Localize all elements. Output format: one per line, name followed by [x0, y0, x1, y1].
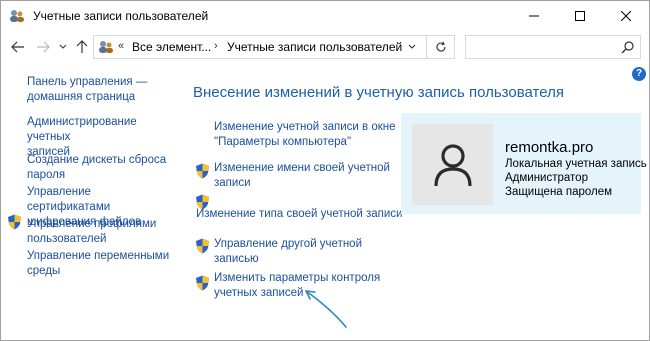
- refresh-icon: [436, 41, 446, 52]
- task-change-account-type[interactable]: Изменение типа своей учетной записи: [196, 207, 402, 222]
- task-label: записи: [214, 177, 251, 189]
- sidebar-item-user-profiles[interactable]: Управление профилями пользователей: [27, 217, 177, 247]
- uac-shield-icon: [7, 214, 22, 230]
- sidebar-item-control-panel-home[interactable]: Панель управления — домашняя страница: [27, 75, 177, 105]
- breadcrumb-overflow[interactable]: «: [118, 40, 124, 52]
- uac-shield-icon: [195, 163, 210, 179]
- recent-locations-button[interactable]: [54, 37, 72, 57]
- task-label: Изменение учетной записи в окне: [214, 121, 396, 133]
- breadcrumb-separator[interactable]: ›: [214, 40, 218, 52]
- task-change-uac-settings[interactable]: Изменить параметры контроля учетных запи…: [214, 271, 380, 301]
- sidebar-item-label: пользователей: [27, 233, 107, 245]
- task-label: записью: [214, 253, 259, 265]
- sidebar-item-password-reset-disk[interactable]: Создание дискеты сброса пароля: [27, 153, 177, 183]
- breadcrumb-all-items[interactable]: Все элемент...: [132, 40, 211, 54]
- uac-shield-icon: [195, 238, 210, 254]
- close-button[interactable]: [603, 1, 649, 31]
- user-name: remontka.pro: [505, 139, 594, 156]
- up-button[interactable]: [73, 37, 91, 57]
- avatar: [412, 124, 493, 205]
- task-label: Изменение имени своей учетной: [214, 162, 390, 174]
- refresh-button[interactable]: [426, 36, 454, 58]
- sidebar-item-label: Управление переменными: [27, 250, 170, 262]
- task-change-account-name[interactable]: Изменение имени своей учетной записи: [214, 161, 390, 191]
- sidebar-item-label: Администрирование учетных: [27, 116, 137, 143]
- task-manage-another-account[interactable]: Управление другой учетной записью: [214, 237, 362, 267]
- sidebar-item-label: Управление профилями: [27, 218, 157, 230]
- user-silhouette-icon: [433, 143, 472, 186]
- page-title: Внесение изменений в учетную запись поль…: [193, 84, 564, 101]
- account-role: Администратор: [505, 172, 588, 184]
- user-account-card: remontka.pro Локальная учетная запись Ад…: [401, 113, 647, 214]
- breadcrumb-user-accounts[interactable]: Учетные записи пользователей: [227, 40, 402, 54]
- back-button[interactable]: [9, 37, 27, 57]
- sidebar-item-environment-variables[interactable]: Управление переменными среды: [27, 249, 177, 279]
- title-bar[interactable]: Учетные записи пользователей: [1, 1, 649, 31]
- account-type: Локальная учетная запись: [505, 158, 647, 170]
- sidebar-item-label: среды: [27, 265, 61, 277]
- navigation-bar: « Все элемент... › Учетные записи пользо…: [1, 31, 649, 63]
- address-bar[interactable]: « Все элемент... › Учетные записи пользо…: [93, 35, 455, 59]
- sidebar-item-label: Создание дискеты сброса: [27, 154, 167, 166]
- address-dropdown-button[interactable]: [403, 36, 421, 58]
- user-accounts-icon: [9, 8, 25, 24]
- help-button[interactable]: ?: [632, 67, 646, 81]
- user-accounts-icon: [98, 39, 114, 55]
- minimize-button[interactable]: [511, 1, 557, 31]
- task-label: Изменить параметры контроля: [214, 272, 381, 284]
- window-title: Учетные записи пользователей: [33, 9, 209, 23]
- task-label: Изменение типа своей учетной записи: [196, 208, 403, 220]
- search-icon: [621, 40, 635, 54]
- forward-button[interactable]: [34, 37, 52, 57]
- password-status: Защищена паролем: [505, 186, 613, 198]
- task-label: "Параметры компьютера": [214, 136, 352, 148]
- task-label: учетных записей: [214, 287, 304, 299]
- uac-shield-icon: [195, 275, 210, 291]
- task-change-in-pc-settings[interactable]: Изменение учетной записи в окне "Парамет…: [214, 120, 396, 150]
- sidebar-item-label: домашняя страница: [27, 91, 136, 103]
- control-panel-window: Учетные записи пользователей « Все элеме…: [0, 0, 650, 341]
- sidebar-item-label: Управление сертификатами: [27, 186, 111, 213]
- maximize-button[interactable]: [557, 1, 603, 31]
- sidebar-item-label: пароля: [27, 169, 66, 181]
- search-input[interactable]: [465, 35, 641, 59]
- task-label: Управление другой учетной: [214, 238, 363, 250]
- sidebar-item-label: Панель управления —: [27, 76, 148, 88]
